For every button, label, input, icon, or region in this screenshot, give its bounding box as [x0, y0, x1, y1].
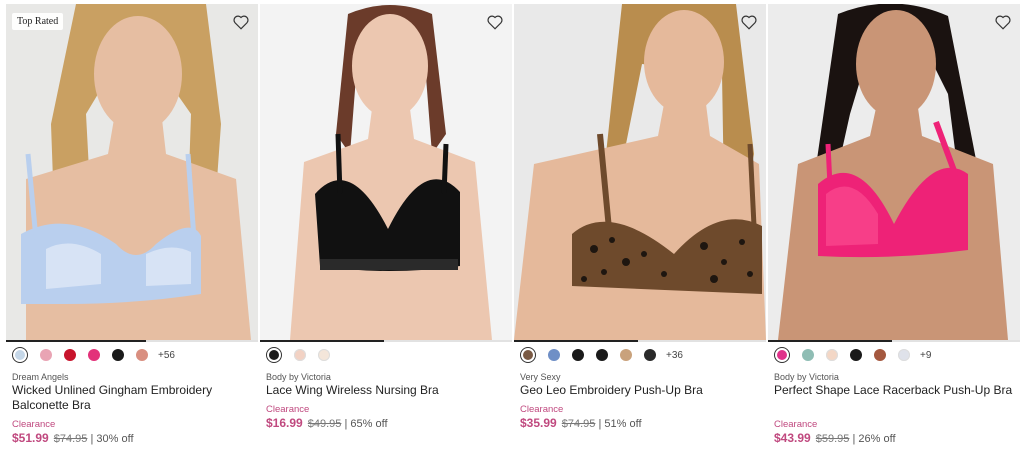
- image-scrollbar[interactable]: [6, 340, 258, 342]
- color-swatch[interactable]: [802, 349, 814, 361]
- product-card[interactable]: Body by Victoria Lace Wing Wireless Nurs…: [260, 0, 512, 454]
- color-swatch[interactable]: [644, 349, 656, 361]
- product-name-link[interactable]: Geo Leo Embroidery Push-Up Bra: [520, 383, 760, 398]
- sale-price: $43.99: [774, 431, 811, 445]
- color-swatches: [266, 347, 342, 363]
- original-price: $59.95: [815, 433, 850, 445]
- price-row: $16.99 $49.95 | 65% off: [266, 416, 388, 430]
- product-image[interactable]: [260, 4, 512, 340]
- color-swatch[interactable]: [318, 349, 330, 361]
- original-price: $74.95: [561, 418, 596, 430]
- color-swatch[interactable]: [572, 349, 584, 361]
- discount-text: | 30% off: [90, 433, 134, 445]
- product-brand: Body by Victoria: [266, 372, 331, 382]
- product-card[interactable]: +9 Body by Victoria Perfect Shape Lace R…: [768, 0, 1020, 454]
- clearance-label: Clearance: [12, 419, 56, 430]
- color-swatch[interactable]: [774, 347, 790, 363]
- price-row: $35.99 $74.95 | 51% off: [520, 416, 642, 430]
- sale-price: $51.99: [12, 431, 49, 445]
- product-name-link[interactable]: Wicked Unlined Gingham Embroidery Balcon…: [12, 383, 252, 413]
- heart-icon[interactable]: [232, 13, 250, 31]
- product-name-link[interactable]: Lace Wing Wireless Nursing Bra: [266, 383, 506, 398]
- color-swatch[interactable]: [898, 349, 910, 361]
- original-price: $49.95: [307, 418, 342, 430]
- product-image[interactable]: [514, 4, 766, 340]
- color-swatch[interactable]: [596, 349, 608, 361]
- color-swatches: +56: [12, 347, 175, 363]
- model-photo: [6, 4, 258, 340]
- more-colors-count[interactable]: +56: [158, 350, 175, 361]
- discount-text: | 26% off: [852, 433, 896, 445]
- original-price: $74.95: [53, 433, 88, 445]
- product-card[interactable]: Top Rated +56 Dream Angels Wicked Unline…: [6, 0, 258, 454]
- sale-price: $35.99: [520, 416, 557, 430]
- color-swatch[interactable]: [548, 349, 560, 361]
- product-brand: Body by Victoria: [774, 372, 839, 382]
- color-swatch[interactable]: [826, 349, 838, 361]
- heart-icon[interactable]: [994, 13, 1012, 31]
- product-image[interactable]: Top Rated: [6, 4, 258, 340]
- color-swatch[interactable]: [112, 349, 124, 361]
- color-swatch[interactable]: [850, 349, 862, 361]
- clearance-label: Clearance: [266, 404, 310, 415]
- color-swatch[interactable]: [136, 349, 148, 361]
- clearance-label: Clearance: [774, 419, 818, 430]
- image-scrollbar[interactable]: [768, 340, 1020, 342]
- color-swatch[interactable]: [620, 349, 632, 361]
- color-swatch[interactable]: [40, 349, 52, 361]
- product-brand: Dream Angels: [12, 372, 69, 382]
- color-swatches: +36: [520, 347, 683, 363]
- price-row: $51.99 $74.95 | 30% off: [12, 431, 134, 445]
- heart-icon[interactable]: [486, 13, 504, 31]
- product-grid: Top Rated +56 Dream Angels Wicked Unline…: [0, 0, 1024, 454]
- color-swatch[interactable]: [294, 349, 306, 361]
- price-row: $43.99 $59.95 | 26% off: [774, 431, 896, 445]
- product-image[interactable]: [768, 4, 1020, 340]
- more-colors-count[interactable]: +36: [666, 350, 683, 361]
- color-swatch[interactable]: [88, 349, 100, 361]
- discount-text: | 51% off: [598, 418, 642, 430]
- color-swatch[interactable]: [874, 349, 886, 361]
- model-photo: [260, 4, 512, 340]
- model-photo: [768, 4, 1020, 340]
- product-brand: Very Sexy: [520, 372, 561, 382]
- discount-text: | 65% off: [344, 418, 388, 430]
- color-swatch[interactable]: [266, 347, 282, 363]
- color-swatches: +9: [774, 347, 931, 363]
- more-colors-count[interactable]: +9: [920, 350, 931, 361]
- model-photo: [514, 4, 766, 340]
- color-swatch[interactable]: [520, 347, 536, 363]
- product-name-link[interactable]: Perfect Shape Lace Racerback Push-Up Bra: [774, 383, 1014, 398]
- heart-icon[interactable]: [740, 13, 758, 31]
- top-rated-badge: Top Rated: [12, 13, 64, 30]
- product-card[interactable]: +36 Very Sexy Geo Leo Embroidery Push-Up…: [514, 0, 766, 454]
- image-scrollbar[interactable]: [514, 340, 766, 342]
- color-swatch[interactable]: [12, 347, 28, 363]
- sale-price: $16.99: [266, 416, 303, 430]
- clearance-label: Clearance: [520, 404, 564, 415]
- color-swatch[interactable]: [64, 349, 76, 361]
- image-scrollbar[interactable]: [260, 340, 512, 342]
